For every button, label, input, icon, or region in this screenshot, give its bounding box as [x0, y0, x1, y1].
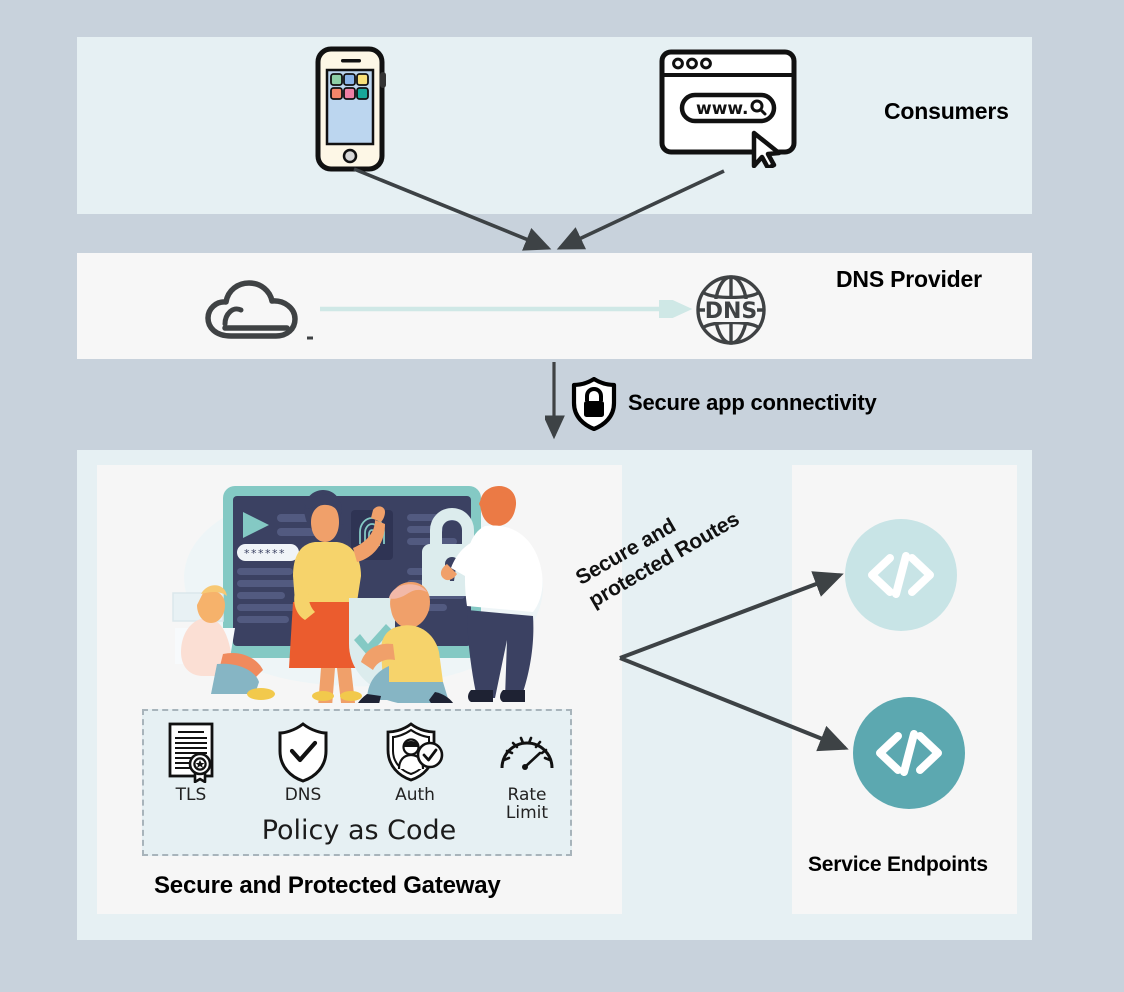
- secure-routes-arrows: [619, 571, 849, 752]
- consumers-label: Consumers: [884, 98, 1009, 124]
- policy-item-tls[interactable]: TLS: [150, 717, 232, 805]
- dns-provider-label: DNS Provider: [836, 266, 982, 292]
- service-endpoint-2[interactable]: [853, 697, 965, 809]
- policy-label-dns: DNS: [284, 785, 322, 805]
- cloud-icon: [203, 280, 315, 342]
- gateway-title: Secure and Protected Gateway: [154, 872, 501, 899]
- shield-person-check-icon: [384, 717, 446, 783]
- policy-label-tls: TLS: [175, 785, 207, 805]
- policy-as-code-box: TLS DNS Auth Rate Limit Policy as Code: [142, 709, 572, 856]
- code-brackets-icon: [876, 730, 942, 776]
- shield-lock-icon: [570, 377, 618, 431]
- dns-to-gateway-arrow: [545, 362, 565, 440]
- service-endpoint-1[interactable]: [845, 519, 957, 631]
- service-endpoints-label: Service Endpoints: [808, 853, 988, 876]
- policy-as-code-title: Policy as Code: [261, 815, 457, 846]
- security-team-illustration: ******: [145, 468, 575, 703]
- globe-dns-icon: DNS: [693, 272, 769, 348]
- policy-label-auth: Auth: [395, 785, 435, 805]
- policy-icon-row: TLS DNS Auth Rate Limit: [144, 717, 574, 821]
- policy-item-rate-limit[interactable]: Rate Limit: [486, 717, 568, 822]
- gauge-icon: [498, 717, 556, 783]
- svg-text:www.: www.: [696, 99, 749, 119]
- shield-check-icon: [276, 717, 330, 783]
- password-mask-text: ******: [244, 547, 286, 560]
- secure-connectivity-label: Secure app connectivity: [628, 390, 877, 415]
- policy-item-auth[interactable]: Auth: [374, 717, 456, 805]
- code-brackets-icon: [868, 552, 934, 598]
- diagram-canvas: www. Consumers DNS DNS Provider Secure a…: [0, 0, 1124, 992]
- policy-item-dns[interactable]: DNS: [262, 717, 344, 805]
- certificate-icon: [163, 717, 219, 783]
- globe-dns-text: DNS: [705, 299, 758, 324]
- cloud-to-dns-arrow: [320, 300, 693, 318]
- consumers-to-dns-arrows: [353, 167, 725, 251]
